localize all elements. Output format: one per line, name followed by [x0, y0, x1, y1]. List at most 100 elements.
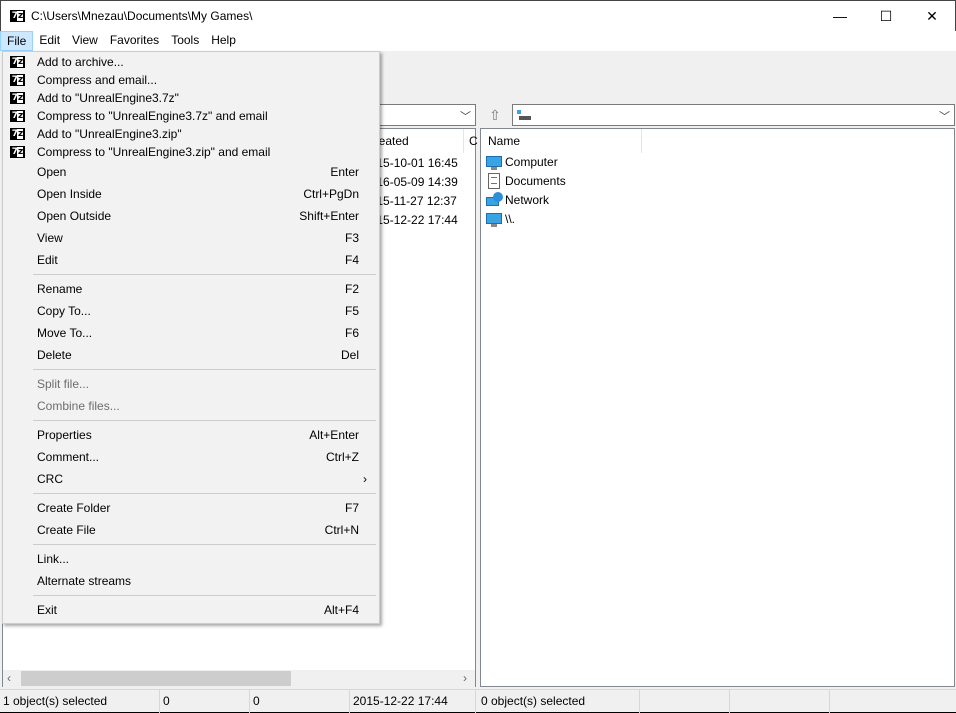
right-path-combo[interactable]: ﹀: [512, 104, 955, 126]
menu-item-create-folder[interactable]: Create Folder F7: [3, 497, 379, 519]
network-icon: [486, 192, 504, 209]
menu-item-copy-to[interactable]: Copy To... F5: [3, 300, 379, 322]
submenu-arrow-icon: ›: [363, 472, 367, 486]
menu-item-compress-to-unrealengine3-zip-and-email[interactable]: 7z Compress to "UnrealEngine3.zip" and em…: [3, 143, 379, 161]
menu-item-comment[interactable]: Comment... Ctrl+Z: [3, 446, 379, 468]
menu-item-rename[interactable]: Rename F2: [3, 278, 379, 300]
menu-item-label: Compress and email...: [37, 73, 158, 87]
menu-item-label: CRC: [37, 472, 63, 486]
scrollbar-thumb[interactable]: [21, 671, 291, 686]
maximize-button[interactable]: ☐: [863, 1, 909, 32]
status-left-selection: 1 object(s) selected: [0, 690, 160, 713]
menu-item-open[interactable]: Open Enter: [3, 161, 379, 183]
computer-icon: [486, 154, 504, 171]
status-right-date: [830, 690, 956, 713]
menu-item-shortcut: Ctrl+Z: [326, 450, 359, 464]
right-file-pane[interactable]: Name Computer Documents Network \\.: [480, 128, 955, 687]
menu-file[interactable]: File: [0, 31, 34, 51]
menu-edit[interactable]: Edit: [33, 31, 66, 51]
menu-item-add-to-archive[interactable]: 7z Add to archive...: [3, 53, 379, 71]
menu-item-label: Link...: [37, 552, 70, 566]
menu-item-label: Split file...: [37, 377, 90, 391]
menu-item-add-to-unrealengine3-7z[interactable]: 7z Add to "UnrealEngine3.7z": [3, 89, 379, 107]
list-item[interactable]: Computer: [486, 153, 558, 172]
list-item[interactable]: Network: [486, 191, 549, 210]
column-next[interactable]: C: [469, 134, 478, 148]
menu-item-compress-and-email[interactable]: 7z Compress and email...: [3, 71, 379, 89]
scroll-right-icon[interactable]: ›: [463, 671, 467, 685]
list-item[interactable]: Documents: [486, 172, 566, 191]
scroll-left-icon[interactable]: ‹: [7, 671, 11, 685]
menu-item-shortcut: Shift+Enter: [299, 209, 359, 223]
menu-separator: [33, 369, 376, 370]
close-button[interactable]: ✕: [909, 1, 955, 32]
list-item[interactable]: \\.: [486, 210, 515, 229]
status-bar: 1 object(s) selected 0 0 2015-12-22 17:4…: [0, 689, 956, 713]
menu-item-open-inside[interactable]: Open Inside Ctrl+PgDn: [3, 183, 379, 205]
menu-item-create-file[interactable]: Create File Ctrl+N: [3, 519, 379, 541]
menu-item-label: Delete: [37, 348, 72, 362]
status-right-selection: 0 object(s) selected: [478, 690, 640, 713]
computer-icon: [486, 211, 504, 228]
menu-item-shortcut: Ctrl+N: [324, 523, 359, 537]
menu-item-label: Rename: [37, 282, 83, 296]
menu-item-delete[interactable]: Delete Del: [3, 344, 379, 366]
menu-item-edit[interactable]: Edit F4: [3, 249, 379, 271]
menu-item-alternate-streams[interactable]: Alternate streams: [3, 570, 379, 592]
menu-help[interactable]: Help: [205, 31, 242, 51]
menu-separator: [33, 544, 376, 545]
menu-item-add-to-unrealengine3-zip[interactable]: 7z Add to "UnrealEngine3.zip": [3, 125, 379, 143]
item-name: \\.: [505, 212, 516, 226]
documents-icon: [486, 173, 504, 190]
minimize-button[interactable]: —: [817, 1, 863, 32]
7z-icon: 7z: [10, 110, 25, 122]
status-right-size: [640, 690, 730, 713]
menu-item-split-file[interactable]: Split file...: [3, 373, 379, 395]
item-name: Computer: [505, 155, 558, 169]
up-folder-button[interactable]: ⇧: [482, 104, 508, 126]
menu-item-shortcut: F6: [344, 326, 359, 340]
status-right-packed: [730, 690, 830, 713]
menu-item-label: Properties: [37, 428, 92, 442]
column-name[interactable]: Name: [488, 134, 520, 148]
menu-item-link[interactable]: Link...: [3, 548, 379, 570]
menu-view[interactable]: View: [66, 31, 104, 51]
app-7z-icon: 7z: [10, 10, 25, 22]
file-menu-dropdown: 7z Add to archive... 7z Compress and email.…: [2, 51, 380, 624]
horizontal-scrollbar[interactable]: ‹ ›: [3, 670, 475, 687]
menu-bar: File Edit View Favorites Tools Help: [0, 31, 956, 51]
menu-favorites[interactable]: Favorites: [104, 31, 165, 51]
menu-item-shortcut: F2: [344, 282, 359, 296]
menu-item-shortcut: Alt+Enter: [309, 428, 359, 442]
menu-item-label: Open: [37, 165, 67, 179]
menu-item-shortcut: F4: [344, 253, 359, 267]
status-left-packed: 0: [250, 690, 350, 713]
folder-up-icon: ⇧: [489, 107, 501, 123]
menu-tools[interactable]: Tools: [165, 31, 205, 51]
menu-item-label: Alternate streams: [37, 574, 132, 588]
chevron-down-icon[interactable]: ﹀: [939, 108, 950, 124]
menu-item-label: Copy To...: [37, 304, 91, 318]
menu-item-open-outside[interactable]: Open Outside Shift+Enter: [3, 205, 379, 227]
menu-item-exit[interactable]: Exit Alt+F4: [3, 599, 379, 621]
menu-item-crc[interactable]: CRC ›: [3, 468, 379, 490]
title-bar: 7z C:\Users\Mnezau\Documents\My Games\ —…: [0, 0, 956, 31]
menu-item-properties[interactable]: Properties Alt+Enter: [3, 424, 379, 446]
7z-icon: 7z: [10, 74, 25, 86]
chevron-down-icon[interactable]: ﹀: [460, 108, 471, 124]
menu-item-move-to[interactable]: Move To... F6: [3, 322, 379, 344]
menu-separator: [33, 274, 376, 275]
menu-item-compress-to-unrealengine3-7z-and-email[interactable]: 7z Compress to "UnrealEngine3.7z" and ema…: [3, 107, 379, 125]
menu-item-shortcut: F7: [344, 501, 359, 515]
menu-item-label: Combine files...: [37, 399, 120, 413]
status-left-date: 2015-12-22 17:44: [350, 690, 476, 713]
item-name: Network: [505, 193, 550, 207]
menu-item-view[interactable]: View F3: [3, 227, 379, 249]
menu-item-combine-files[interactable]: Combine files...: [3, 395, 379, 417]
menu-separator: [33, 420, 376, 421]
menu-item-shortcut: Ctrl+PgDn: [303, 187, 359, 201]
menu-item-shortcut: Del: [340, 348, 359, 362]
item-name: Documents: [505, 174, 566, 188]
menu-item-label: Create Folder: [37, 501, 111, 515]
menu-item-label: View: [37, 231, 63, 245]
